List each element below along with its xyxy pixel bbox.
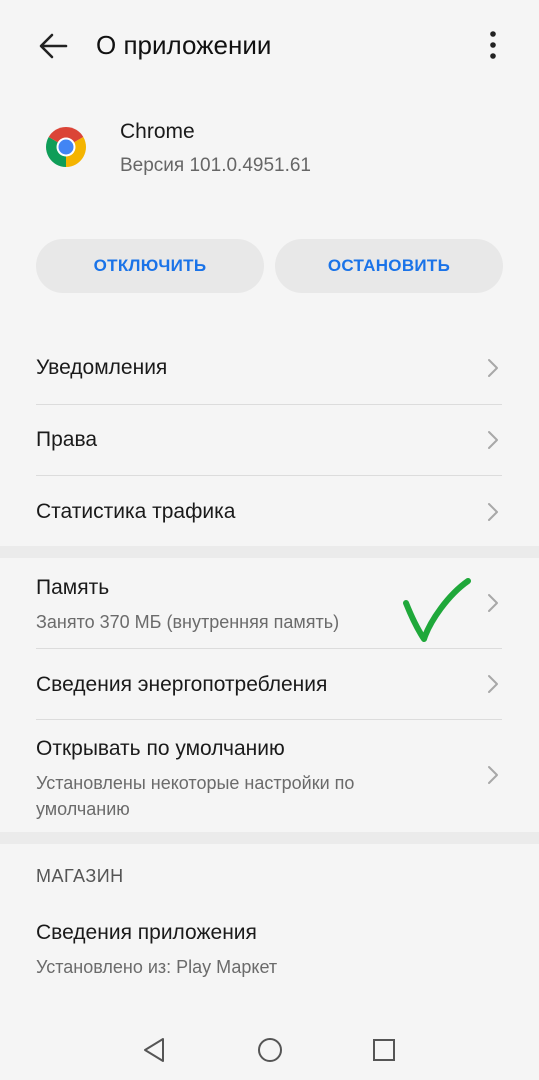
back-triangle-icon xyxy=(144,1038,164,1062)
open-by-default-item[interactable]: Открывать по умолчанию Установлены некот… xyxy=(0,720,539,832)
system-navigation-bar xyxy=(0,1015,539,1080)
battery-usage-label: Сведения энергопотребления xyxy=(36,673,328,696)
section-separator xyxy=(0,832,539,844)
battery-usage-item[interactable]: Сведения энергопотребления xyxy=(0,649,539,719)
home-circle-icon xyxy=(258,1038,282,1062)
open-by-default-summary: Установлены некоторые настройки по умолч… xyxy=(36,773,355,819)
install-source: Установлено из: Play Маркет xyxy=(36,957,278,977)
chevron-right-icon xyxy=(488,503,498,521)
nav-back-button[interactable] xyxy=(140,1035,170,1065)
notifications-item[interactable]: Уведомления xyxy=(0,332,539,404)
permissions-item[interactable]: Права xyxy=(0,405,539,475)
storage-usage: Занято 370 МБ (внутренняя память) xyxy=(36,612,340,632)
open-by-default-label: Открывать по умолчанию xyxy=(36,737,285,760)
traffic-stats-label: Статистика трафика xyxy=(36,500,236,523)
chevron-right-icon xyxy=(488,359,498,377)
chrome-logo-icon xyxy=(46,127,86,167)
chevron-right-icon xyxy=(488,766,498,784)
traffic-stats-item[interactable]: Статистика трафика xyxy=(0,476,539,546)
arrow-left-icon xyxy=(39,33,68,59)
storage-label: Память xyxy=(36,576,110,599)
chevron-right-icon xyxy=(488,675,498,693)
recents-square-icon xyxy=(373,1039,395,1061)
app-bar: О приложении xyxy=(0,0,539,90)
app-info: Chrome Версия 101.0.4951.61 xyxy=(0,105,539,195)
app-details-item[interactable]: Сведения приложения Установлено из: Play… xyxy=(0,905,539,995)
app-version: Версия 101.0.4951.61 xyxy=(120,155,311,176)
section-separator xyxy=(0,546,539,558)
page-title: О приложении xyxy=(96,30,272,60)
app-details-label: Сведения приложения xyxy=(36,921,257,944)
disable-button[interactable]: ОТКЛЮЧИТЬ xyxy=(36,239,264,293)
nav-recents-button[interactable] xyxy=(369,1035,399,1065)
chevron-right-icon xyxy=(488,431,498,449)
permissions-label: Права xyxy=(36,428,98,451)
force-stop-button[interactable]: ОСТАНОВИТЬ xyxy=(275,239,503,293)
app-name: Chrome xyxy=(120,120,195,143)
more-vertical-icon xyxy=(490,31,496,59)
back-button[interactable] xyxy=(36,28,72,64)
store-section-title: МАГАЗИН xyxy=(36,866,124,886)
checkmark-annotation-icon xyxy=(403,578,471,642)
nav-home-button[interactable] xyxy=(255,1035,285,1065)
notifications-label: Уведомления xyxy=(36,356,168,379)
more-options-button[interactable] xyxy=(478,28,508,64)
chevron-right-icon xyxy=(488,594,498,612)
